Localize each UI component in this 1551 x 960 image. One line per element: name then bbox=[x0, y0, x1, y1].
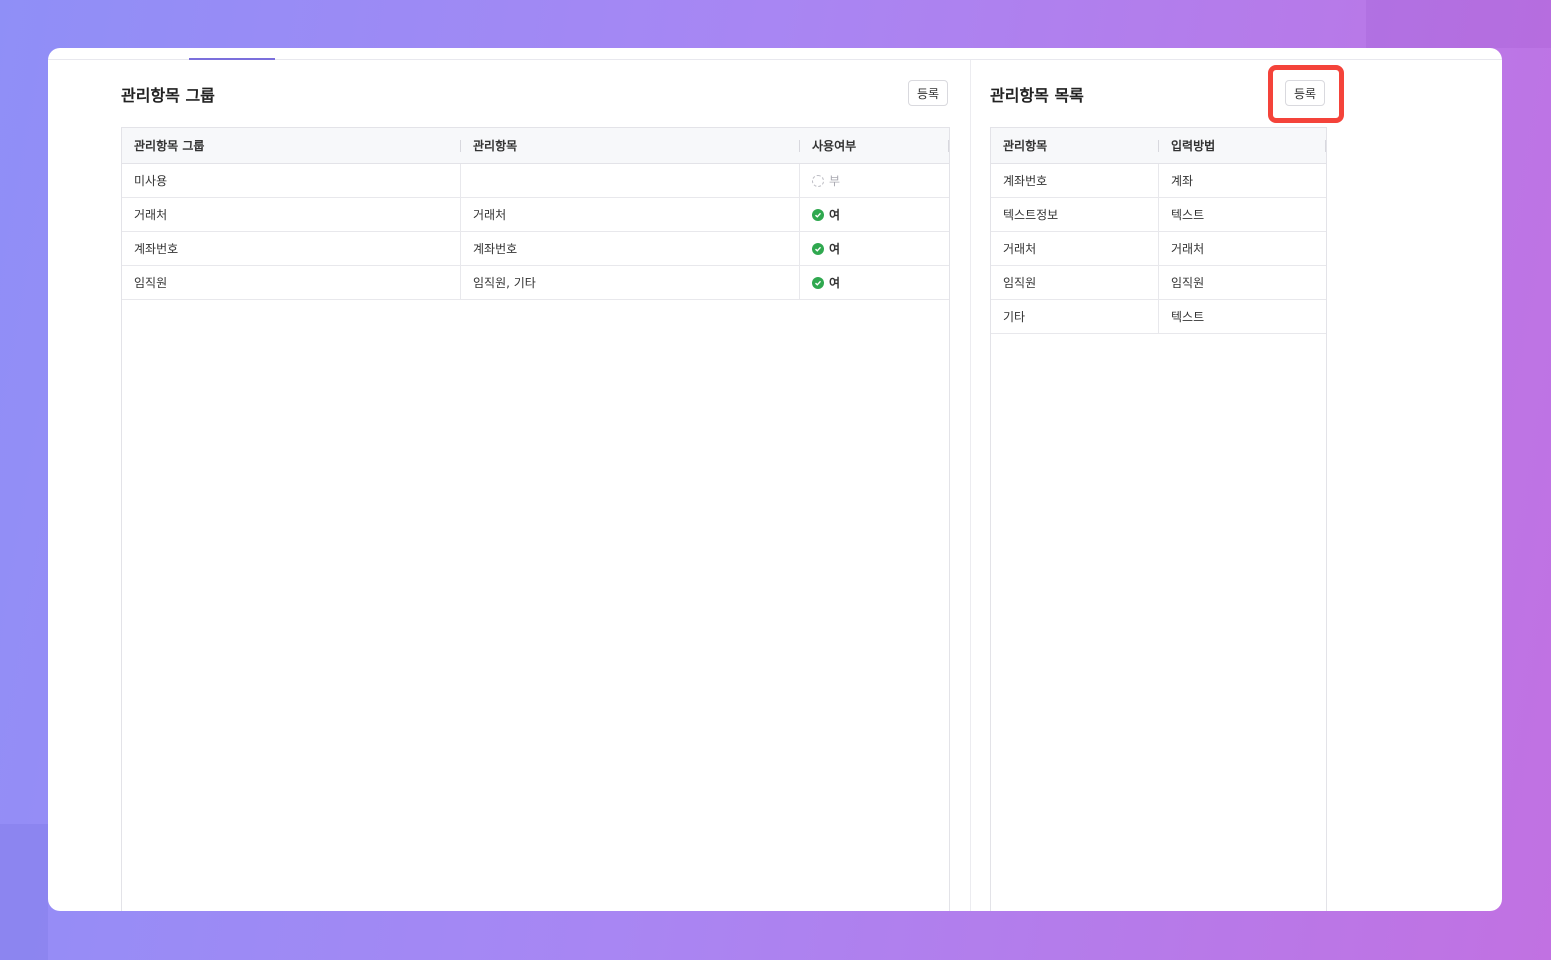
table-row[interactable]: 계좌번호 계좌번호 여 bbox=[122, 232, 949, 266]
cell-item: 계좌번호 bbox=[991, 164, 1159, 197]
active-tab-indicator bbox=[189, 58, 275, 60]
background-shade bbox=[1366, 0, 1551, 48]
cell-group: 계좌번호 bbox=[122, 232, 461, 265]
cell-method: 거래처 bbox=[1171, 242, 1205, 256]
cell-usage: 부 bbox=[800, 164, 949, 197]
cell-item: 거래처 bbox=[991, 232, 1159, 265]
item-table: 관리항목 입력방법 계좌번호 계좌 텍스트정보 텍스트 거래처 거래처 임직원 … bbox=[990, 127, 1327, 911]
table-row[interactable]: 거래처 거래처 bbox=[991, 232, 1326, 266]
cell-items bbox=[461, 164, 800, 197]
table-header: 관리항목 그룹 관리항목 사용여부 bbox=[122, 128, 949, 164]
table-row[interactable]: 임직원 임직원 bbox=[991, 266, 1326, 300]
table-row[interactable]: 미사용 부 bbox=[122, 164, 949, 198]
table-row[interactable]: 텍스트정보 텍스트 bbox=[991, 198, 1326, 232]
usage-status: 부 bbox=[812, 172, 840, 189]
item-register-button[interactable]: 등록 bbox=[1285, 80, 1326, 106]
usage-status: 여 bbox=[812, 206, 840, 223]
cell-method: 임직원 bbox=[1171, 276, 1205, 290]
cell-group: 임직원 bbox=[122, 266, 461, 299]
cell-method: 계좌 bbox=[1171, 174, 1194, 188]
group-table: 관리항목 그룹 관리항목 사용여부 미사용 부 거래처 거래처 여 계좌번호 계… bbox=[121, 127, 950, 911]
table-row[interactable]: 거래처 거래처 여 bbox=[122, 198, 949, 232]
usage-label: 부 bbox=[829, 174, 841, 188]
check-circle-icon bbox=[812, 208, 824, 221]
usage-status: 여 bbox=[812, 274, 840, 291]
usage-label: 여 bbox=[829, 242, 841, 256]
cell-item: 텍스트정보 bbox=[991, 198, 1159, 231]
main-card: 관리항목 그룹 등록 관리항목 그룹 관리항목 사용여부 미사용 부 거래처 거… bbox=[48, 48, 1502, 911]
item-list-title: 관리항목 목록 bbox=[990, 86, 1084, 105]
cell-group: 미사용 bbox=[122, 164, 461, 197]
cell-usage: 여 bbox=[800, 232, 949, 265]
usage-label: 여 bbox=[829, 276, 841, 290]
table-row[interactable]: 계좌번호 계좌 bbox=[991, 164, 1326, 198]
cell-method: 텍스트 bbox=[1171, 310, 1205, 324]
cell-items: 계좌번호 bbox=[461, 232, 800, 265]
column-header-usage[interactable]: 사용여부 bbox=[800, 128, 949, 163]
column-header-method[interactable]: 입력방법 bbox=[1159, 128, 1326, 163]
check-circle-icon bbox=[812, 242, 824, 255]
column-header-item[interactable]: 관리항목 bbox=[991, 128, 1159, 163]
panel-divider bbox=[970, 60, 971, 911]
cell-usage: 여 bbox=[800, 198, 949, 231]
cell-usage: 여 bbox=[800, 266, 949, 299]
table-row[interactable]: 임직원 임직원, 기타 여 bbox=[122, 266, 949, 300]
column-header-group[interactable]: 관리항목 그룹 bbox=[122, 128, 461, 163]
cell-item: 임직원 bbox=[991, 266, 1159, 299]
cell-item: 기타 bbox=[991, 300, 1159, 333]
group-register-button[interactable]: 등록 bbox=[908, 80, 949, 106]
background-shade bbox=[0, 824, 48, 960]
table-header: 관리항목 입력방법 bbox=[991, 128, 1326, 164]
inactive-circle-icon bbox=[812, 174, 824, 187]
column-header-items[interactable]: 관리항목 bbox=[461, 128, 800, 163]
cell-items: 거래처 bbox=[461, 198, 800, 231]
usage-label: 여 bbox=[829, 208, 841, 222]
check-circle-icon bbox=[812, 276, 824, 289]
cell-method: 텍스트 bbox=[1171, 208, 1205, 222]
group-panel-title: 관리항목 그룹 bbox=[121, 86, 215, 105]
cell-group: 거래처 bbox=[122, 198, 461, 231]
cell-items: 임직원, 기타 bbox=[461, 266, 800, 299]
table-row[interactable]: 기타 텍스트 bbox=[991, 300, 1326, 334]
usage-status: 여 bbox=[812, 240, 840, 257]
